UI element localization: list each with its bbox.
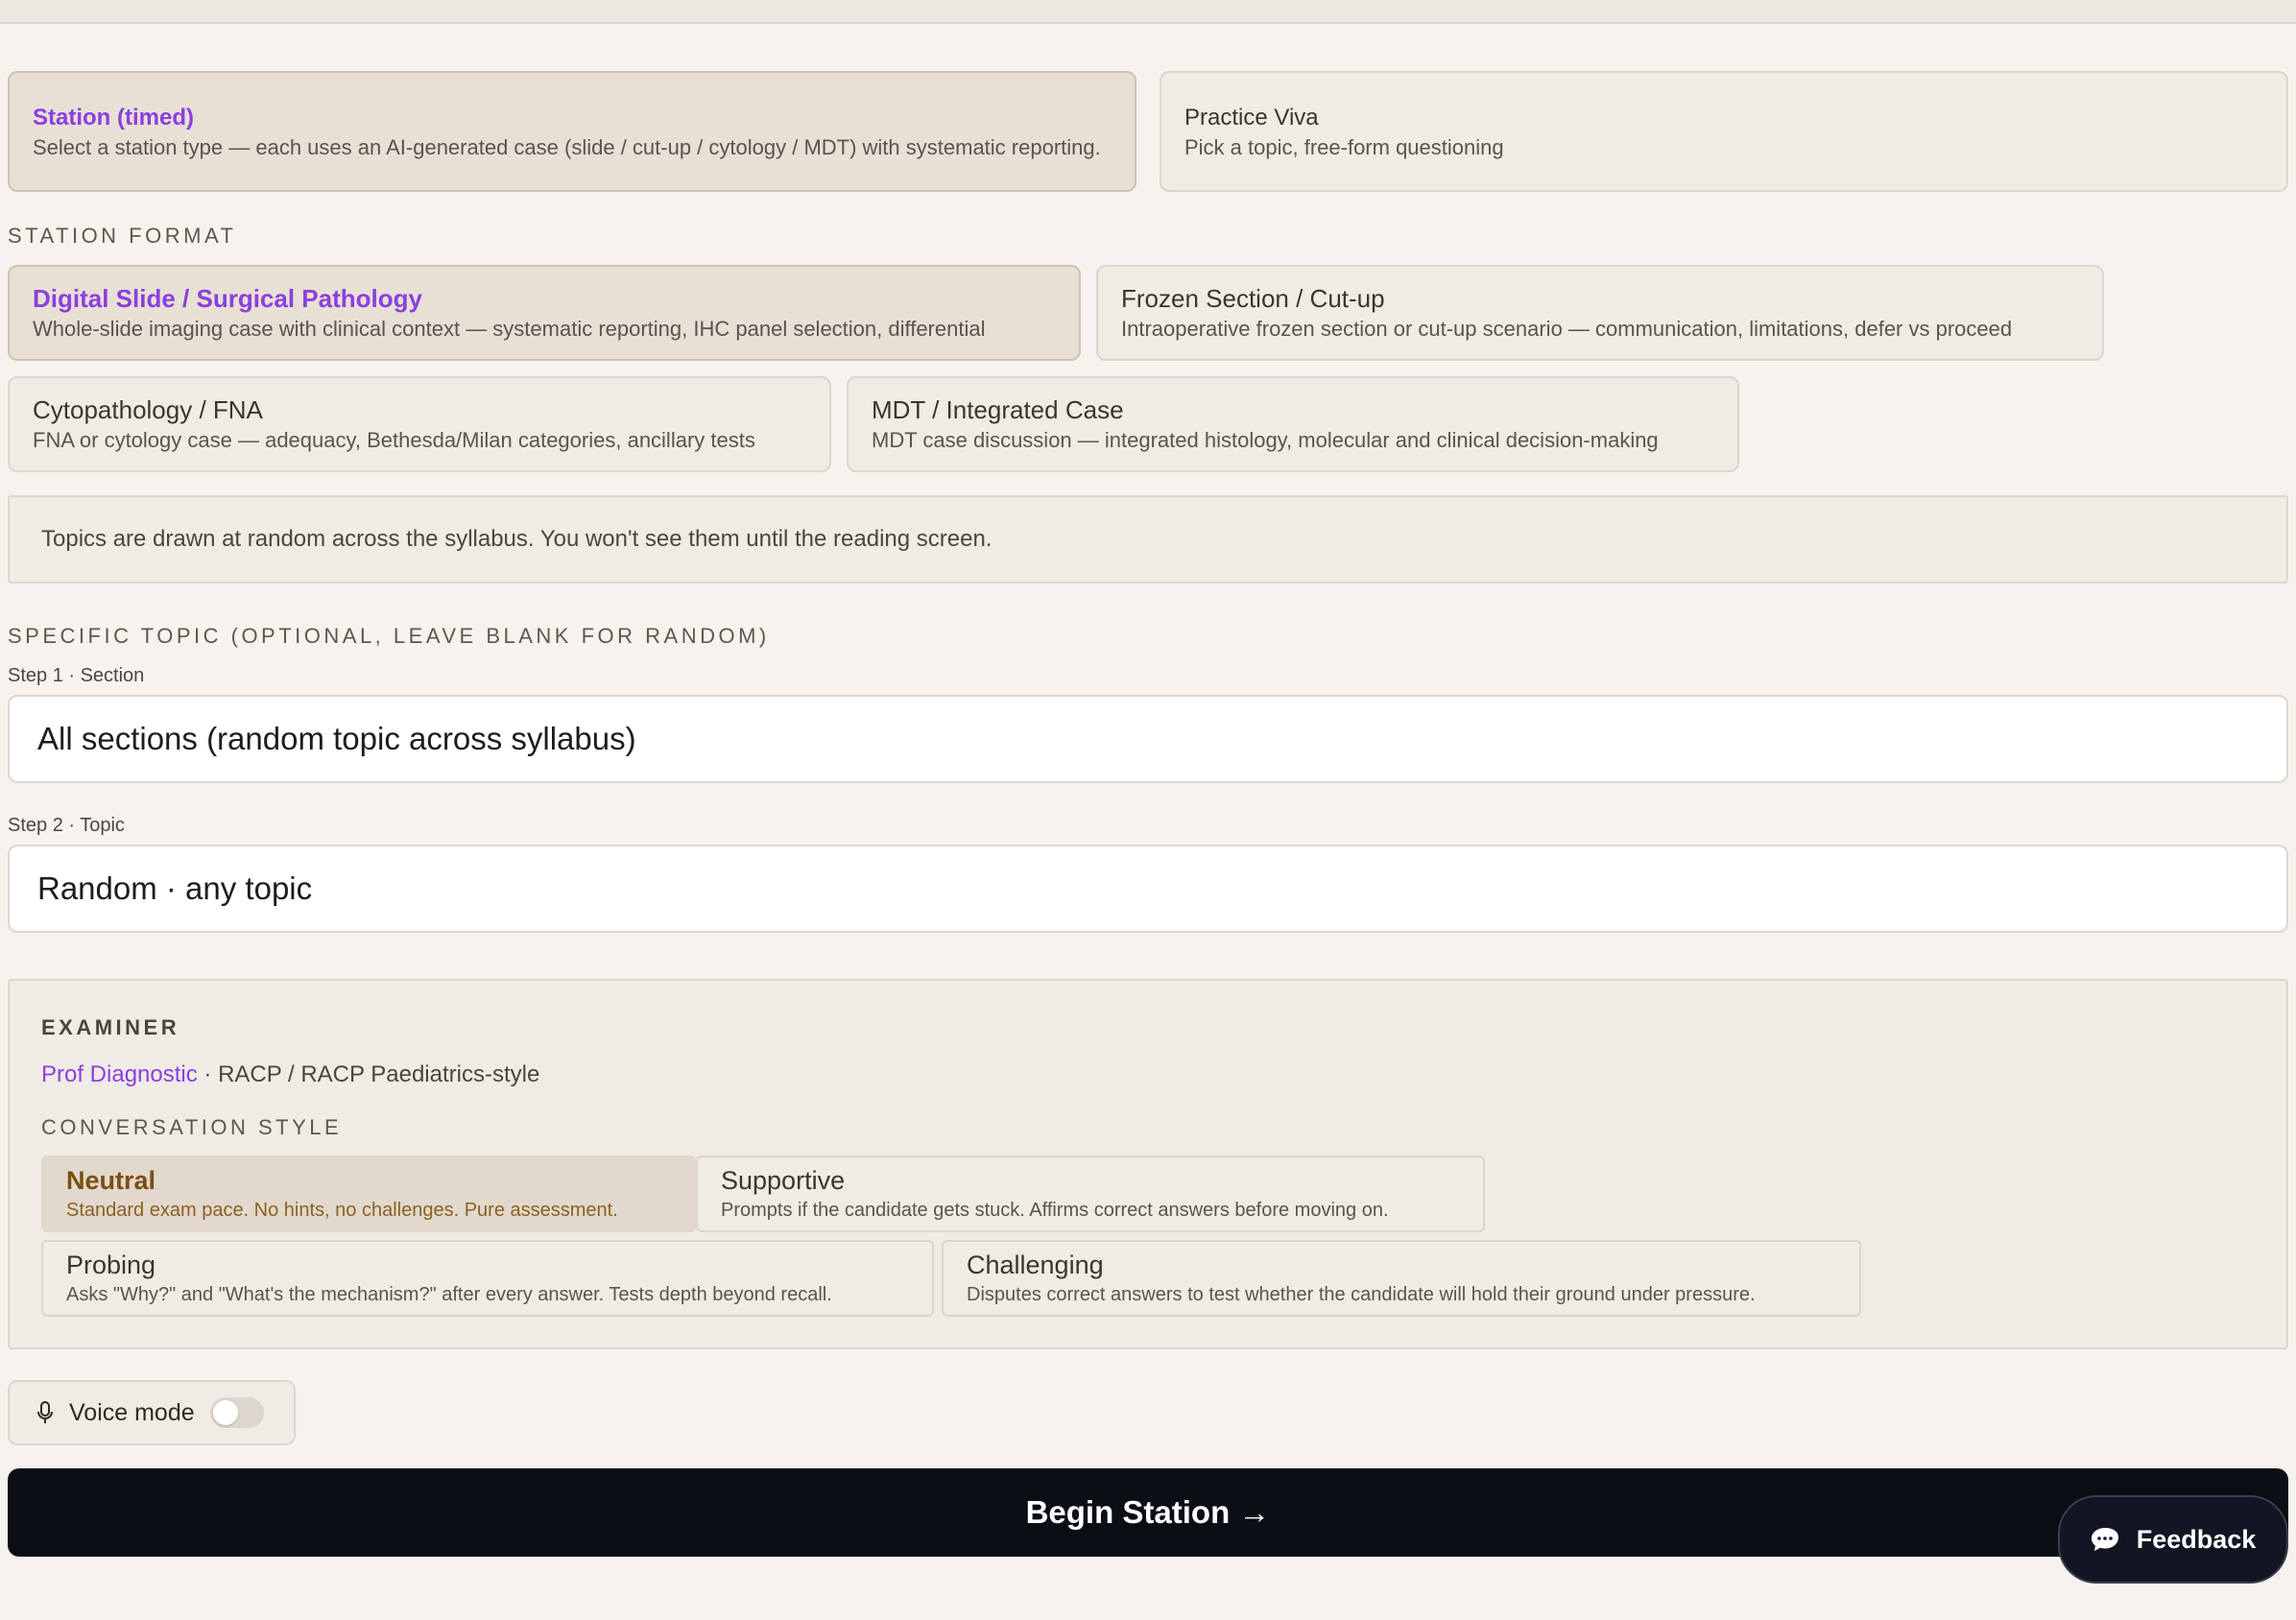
- style-challenging[interactable]: Challenging Disputes correct answers to …: [942, 1240, 1861, 1317]
- style-desc: Disputes correct answers to test whether…: [967, 1284, 1756, 1305]
- format-desc: Intraoperative frozen section or cut-up …: [1121, 317, 2013, 341]
- style-neutral[interactable]: Neutral Standard exam pace. No hints, no…: [41, 1155, 696, 1232]
- voice-mode-control[interactable]: Voice mode: [8, 1380, 296, 1445]
- examiner-style: · RACP / RACP Paediatrics-style: [203, 1061, 540, 1087]
- step1-label: Step 1 · Section: [8, 665, 145, 686]
- style-desc: Prompts if the candidate gets stuck. Aff…: [721, 1200, 1389, 1221]
- mode-station-timed[interactable]: Station (timed) Select a station type — …: [8, 71, 1136, 192]
- style-title: Challenging: [967, 1251, 1104, 1279]
- examiner-name: Prof Diagnostic: [41, 1061, 198, 1087]
- mode-title: Station (timed): [33, 105, 194, 131]
- microphone-icon: [36, 1401, 54, 1424]
- style-probing[interactable]: Probing Asks "Why?" and "What's the mech…: [41, 1240, 934, 1317]
- style-title: Supportive: [721, 1166, 846, 1195]
- station-format-label: STATION FORMAT: [8, 224, 237, 248]
- feedback-label: Feedback: [2136, 1524, 2257, 1554]
- format-title: MDT / Integrated Case: [872, 395, 1124, 424]
- format-desc: FNA or cytology case — adequacy, Bethesd…: [33, 428, 755, 452]
- format-cytopathology[interactable]: Cytopathology / FNA FNA or cytology case…: [8, 376, 831, 472]
- examiner-heading: EXAMINER: [41, 1015, 180, 1039]
- section-select[interactable]: All sections (random topic across syllab…: [8, 695, 2288, 783]
- top-bar: [0, 0, 2296, 24]
- format-title: Cytopathology / FNA: [33, 395, 263, 424]
- step2-label: Step 2 · Topic: [8, 815, 125, 836]
- format-desc: MDT case discussion — integrated histolo…: [872, 428, 1659, 452]
- mode-practice-viva[interactable]: Practice Viva Pick a topic, free-form qu…: [1160, 71, 2288, 192]
- style-supportive[interactable]: Supportive Prompts if the candidate gets…: [696, 1155, 1485, 1232]
- style-desc: Standard exam pace. No hints, no challen…: [66, 1200, 618, 1221]
- chat-bubble-icon: [2091, 1526, 2119, 1553]
- random-topics-info: Topics are drawn at random across the sy…: [8, 495, 2288, 584]
- begin-station-button[interactable]: Begin Station →: [8, 1468, 2288, 1557]
- format-mdt[interactable]: MDT / Integrated Case MDT case discussio…: [847, 376, 1739, 472]
- topic-select[interactable]: Random · any topic: [8, 845, 2288, 933]
- voice-mode-label: Voice mode: [69, 1398, 195, 1426]
- voice-mode-toggle[interactable]: [209, 1397, 264, 1428]
- format-desc: Whole-slide imaging case with clinical c…: [33, 317, 986, 341]
- format-title: Digital Slide / Surgical Pathology: [33, 284, 422, 313]
- format-frozen-section[interactable]: Frozen Section / Cut-up Intraoperative f…: [1096, 265, 2104, 361]
- mode-title: Practice Viva: [1184, 105, 1319, 131]
- style-title: Probing: [66, 1251, 156, 1279]
- style-title: Neutral: [66, 1166, 156, 1195]
- examiner-panel: EXAMINER Prof Diagnostic · RACP / RACP P…: [8, 979, 2288, 1349]
- feedback-button[interactable]: Feedback: [2058, 1495, 2288, 1584]
- specific-topic-label: SPECIFIC TOPIC (OPTIONAL, LEAVE BLANK FO…: [8, 624, 770, 648]
- format-digital-slide[interactable]: Digital Slide / Surgical Pathology Whole…: [8, 265, 1081, 361]
- examiner-info: Prof Diagnostic · RACP / RACP Paediatric…: [41, 1061, 539, 1088]
- mode-desc: Select a station type — each uses an AI-…: [33, 135, 1101, 159]
- style-desc: Asks "Why?" and "What's the mechanism?" …: [66, 1284, 832, 1305]
- format-title: Frozen Section / Cut-up: [1121, 284, 1385, 313]
- mode-desc: Pick a topic, free-form questioning: [1184, 135, 1504, 159]
- conversation-style-label: CONVERSATION STYLE: [41, 1115, 343, 1139]
- toggle-knob: [212, 1400, 238, 1425]
